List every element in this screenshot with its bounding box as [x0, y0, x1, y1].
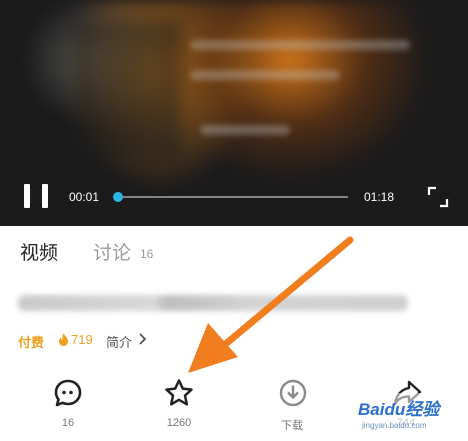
video-blurred-text	[190, 40, 410, 50]
favorite-count: 1260	[166, 417, 192, 429]
video-blurred-text	[200, 125, 290, 135]
pause-icon[interactable]	[24, 184, 48, 210]
intro-link[interactable]: 简介	[106, 332, 132, 351]
download-icon[interactable]	[278, 378, 308, 408]
duration-time: 01:18	[364, 190, 395, 204]
progress-bar[interactable]	[118, 196, 348, 198]
baidu-watermark: Baidu经验 jingyan.baidu.com	[356, 393, 464, 437]
progress-knob[interactable]	[113, 192, 123, 202]
tab-discussion[interactable]: 讨论	[93, 238, 131, 265]
video-blurred-text	[190, 70, 340, 80]
current-time: 00:01	[69, 190, 100, 204]
watermark-url: jingyan.baidu.com	[362, 421, 427, 430]
download-label: 下载	[281, 419, 303, 432]
video-player[interactable]: 00:01 01:18	[0, 0, 468, 226]
watermark-brand: Baidu经验	[358, 400, 440, 419]
star-icon[interactable]	[164, 378, 194, 408]
chevron-right-icon[interactable]	[138, 333, 147, 345]
hot-count: 719	[71, 332, 93, 347]
fire-icon	[59, 333, 68, 346]
video-frame-shadow	[72, 20, 182, 160]
comment-icon[interactable]	[53, 378, 83, 408]
fullscreen-icon[interactable]	[427, 186, 449, 208]
paid-badge: 付费	[18, 336, 45, 351]
video-title-blurred	[18, 295, 408, 311]
discussion-count: 16	[140, 247, 154, 261]
comment-count: 16	[61, 417, 75, 429]
tab-video[interactable]: 视频	[20, 238, 58, 265]
